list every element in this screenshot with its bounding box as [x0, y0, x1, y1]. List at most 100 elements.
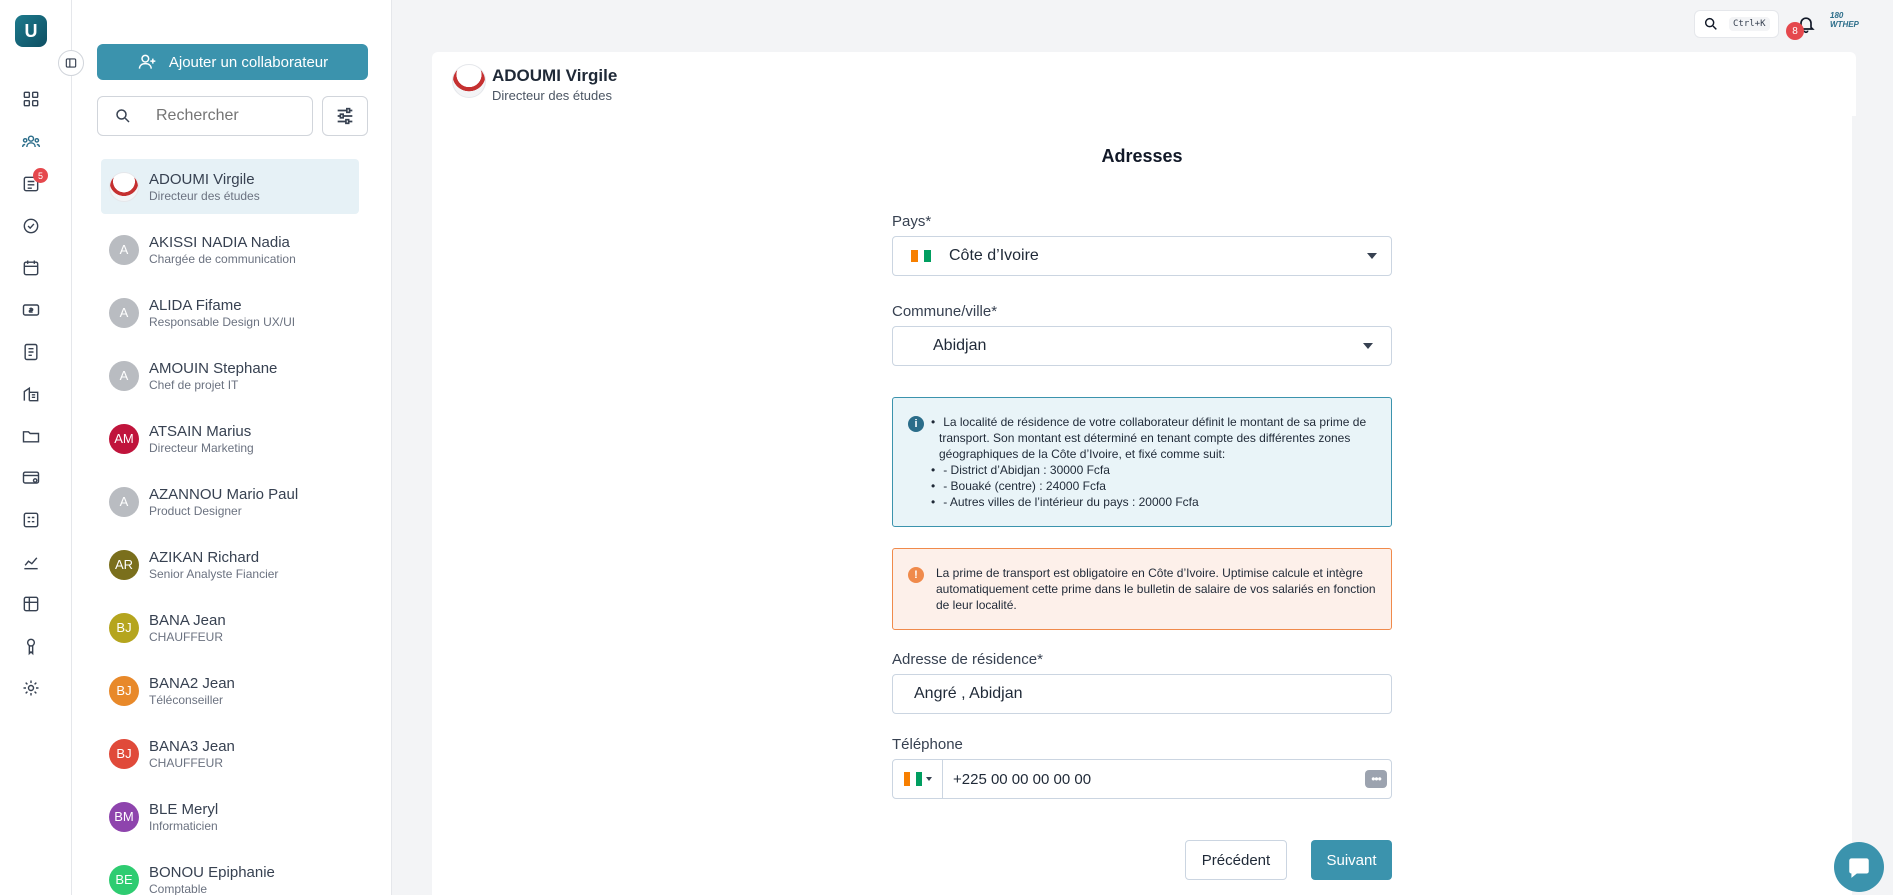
country-value: Côte d’Ivoire	[949, 247, 1039, 264]
avatar: BE	[109, 864, 139, 895]
employee-text: AMOUIN Stephane Chef de projet IT	[149, 359, 277, 393]
global-search-button[interactable]: Ctrl+K	[1694, 10, 1779, 38]
list-item[interactable]: AM ATSAIN Marius Directeur Marketing	[101, 411, 359, 466]
employee-role: Chef de projet IT	[149, 377, 239, 392]
add-collaborator-button[interactable]: Ajouter un collaborateur	[97, 44, 368, 80]
payroll-icon[interactable]	[18, 297, 44, 323]
avatar: BM	[109, 801, 139, 832]
employee-name: AMOUIN Stephane	[149, 359, 278, 377]
country-label: Pays*	[892, 213, 932, 230]
employee-text: BONOU Epiphanie Comptable	[149, 863, 275, 895]
info-line: - District d’Abidjan : 30000 Fcfa	[939, 462, 1369, 478]
avatar: AM	[109, 423, 139, 454]
list-item[interactable]: A ALIDA Fifame Responsable Design UX/UI	[101, 285, 359, 340]
employee-name: BANA Jean	[149, 611, 226, 629]
employee-text: BANA Jean CHAUFFEUR	[149, 611, 226, 645]
grid-icon[interactable]	[18, 507, 44, 533]
chevron-down-icon	[1363, 343, 1373, 349]
shortcut-hint: Ctrl+K	[1729, 17, 1770, 31]
cards-icon[interactable]	[18, 465, 44, 491]
settings-icon[interactable]	[18, 675, 44, 701]
table-icon[interactable]	[18, 591, 44, 617]
filter-button[interactable]	[322, 96, 368, 136]
employee-role: Téléconseiller	[149, 692, 224, 707]
employee-role: Directeur des études	[149, 188, 260, 203]
list-item[interactable]: A AKISSI NADIA Nadia Chargée de communicat…	[101, 222, 359, 277]
employee-text: AKISSI NADIA Nadia Chargée de communicati…	[149, 233, 296, 267]
employee-text: ADOUMI Virgile Directeur des études	[149, 170, 260, 204]
list-item[interactable]: A AMOUIN Stephane Chef de projet IT	[101, 348, 359, 403]
employee-name: ADOUMI Virgile	[149, 170, 255, 188]
avatar: BJ	[109, 738, 139, 769]
stats-icon[interactable]	[18, 549, 44, 575]
avatar: A	[109, 360, 139, 391]
country-select[interactable]: Côte d’Ivoire	[892, 236, 1392, 276]
employee-name: BANA2 Jean	[149, 674, 235, 692]
ivory-coast-flag-icon	[903, 772, 922, 786]
sidebar-toggle-button[interactable]	[58, 50, 84, 76]
avatar: A	[109, 234, 139, 265]
award-icon[interactable]	[18, 633, 44, 659]
list-item[interactable]: BJ BANA2 Jean Téléconseiller	[101, 663, 359, 718]
list-item[interactable]: AR AZIKAN Richard Senior Analyste Fiancier	[101, 537, 359, 592]
employee-sidebar: Ajouter un collaborateur ADOUMI VirgileD…	[72, 0, 462, 895]
panel-icon	[65, 58, 77, 68]
avatar	[109, 171, 139, 202]
list-item[interactable]: BM BLE Meryl Informaticien	[101, 789, 359, 844]
more-icon[interactable]: •••	[1365, 770, 1387, 788]
avatar: A	[109, 486, 139, 517]
requests-badge: 5	[33, 168, 48, 183]
search-icon	[1704, 17, 1717, 30]
address-value: Angré , Abidjan	[914, 685, 1023, 702]
avatar: BJ	[109, 612, 139, 643]
list-item[interactable]: BJ BANA3 Jean CHAUFFEUR	[101, 726, 359, 781]
employee-text: BANA2 Jean Téléconseiller	[149, 674, 235, 708]
chat-button[interactable]	[1834, 842, 1884, 892]
phone-value: +225 00 00 00 00 00	[953, 770, 1092, 788]
list-item[interactable]: BE BONOU Epiphanie Comptable	[101, 852, 359, 895]
list-item[interactable]: A AZANNOU Mario Paul Product Designer	[101, 474, 359, 529]
list-item[interactable]: BJ BANA Jean CHAUFFEUR	[101, 600, 359, 655]
employee-name: ALIDA Fifame	[149, 296, 242, 314]
avatar: AR	[109, 549, 139, 580]
info-line: - Bouaké (centre) : 24000 Fcfa	[939, 478, 1369, 494]
employee-text: BANA3 Jean CHAUFFEUR	[149, 737, 235, 771]
employee-role: CHAUFFEUR	[149, 755, 223, 770]
calendar-icon[interactable]	[18, 255, 44, 281]
previous-button[interactable]: Précédent	[1185, 840, 1287, 880]
address-label: Adresse de résidence*	[892, 651, 1043, 668]
address-form: Adresses Pays* Côte d’Ivoire Commune/vil…	[432, 116, 1852, 895]
transport-warning-box: ! La prime de transport est obligatoire …	[892, 548, 1392, 630]
phone-country-select[interactable]	[893, 760, 943, 798]
search-box[interactable]	[97, 96, 313, 136]
chat-icon	[1849, 858, 1869, 878]
employee-name: AZANNOU Mario Paul	[149, 485, 299, 503]
phone-input[interactable]: +225 00 00 00 00 00 •••	[892, 759, 1392, 799]
employee-text: AZANNOU Mario Paul Product Designer	[149, 485, 298, 519]
search-input[interactable]	[156, 107, 306, 125]
list-item[interactable]: ADOUMI Virgile Directeur des études	[101, 159, 359, 214]
info-line: La localité de résidence de votre collab…	[939, 414, 1369, 462]
employee-role: Informaticien	[149, 818, 218, 833]
address-input[interactable]: Angré , Abidjan	[892, 674, 1392, 714]
employee-list: ADOUMI Virgile Directeur des études A AKISS…	[101, 159, 359, 895]
dashboard-icon[interactable]	[18, 86, 44, 112]
document-icon[interactable]	[18, 339, 44, 365]
tasks-icon[interactable]	[18, 213, 44, 239]
city-value: Abidjan	[933, 337, 987, 354]
requests-icon[interactable]: 5	[18, 168, 48, 197]
folder-icon[interactable]	[18, 423, 44, 449]
next-button[interactable]: Suivant	[1311, 840, 1392, 880]
form-title: Adresses	[1101, 146, 1183, 166]
phone-label: Téléphone	[892, 736, 963, 753]
search-icon	[116, 109, 130, 123]
company-icon[interactable]	[18, 381, 44, 407]
app-logo[interactable]: U	[15, 15, 47, 47]
company-logo[interactable]: 180 WTHEP	[1830, 11, 1864, 35]
employee-role: Comptable	[149, 881, 208, 895]
employee-name: BLE Meryl	[149, 800, 219, 818]
team-icon[interactable]	[18, 129, 44, 155]
employee-role: Product Designer	[149, 503, 242, 518]
city-select[interactable]: Abidjan	[892, 326, 1392, 366]
employee-text: AZIKAN Richard Senior Analyste Fiancier	[149, 548, 278, 582]
